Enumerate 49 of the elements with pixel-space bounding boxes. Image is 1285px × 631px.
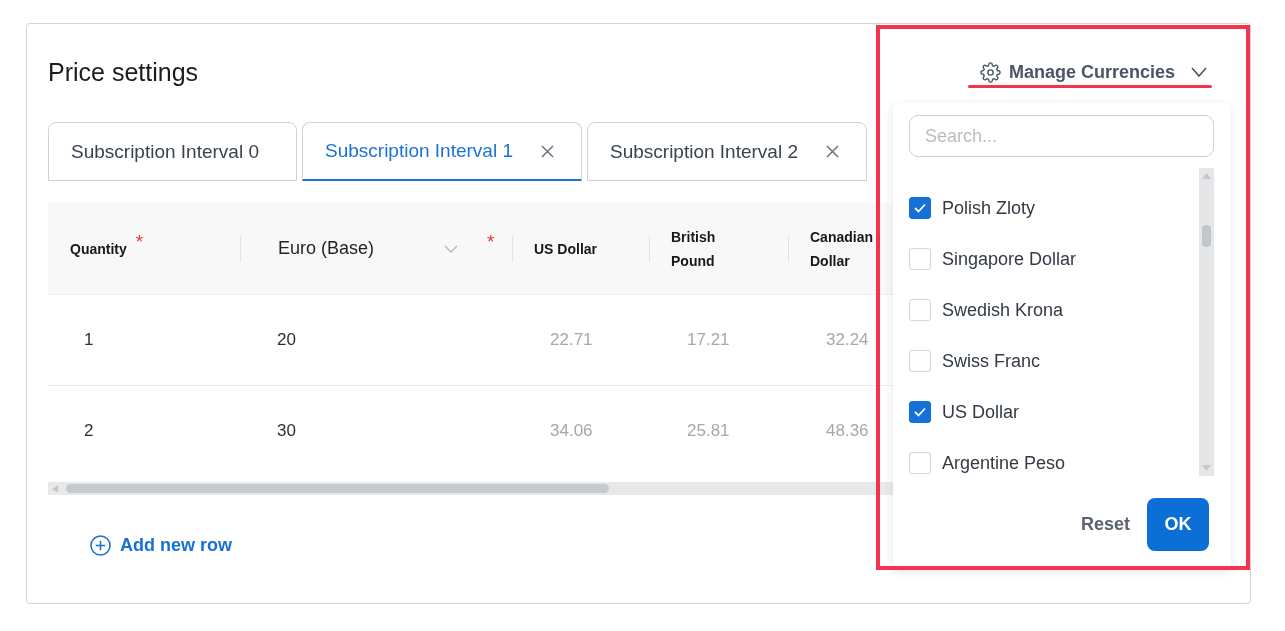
checkmark-icon xyxy=(914,203,926,213)
caret-icon xyxy=(444,244,458,253)
column-header: British Pound xyxy=(671,227,717,271)
required-mark: * xyxy=(487,233,495,250)
search-field[interactable]: Search... xyxy=(909,115,1214,157)
table-cell-text: 30 xyxy=(276,420,297,442)
currency-option[interactable]: Polish Zloty xyxy=(909,197,1036,219)
checkbox[interactable] xyxy=(909,401,931,423)
vertical-scrollbar[interactable] xyxy=(1199,168,1214,476)
close-icon[interactable] xyxy=(541,144,554,158)
down-arrow-icon[interactable] xyxy=(1202,465,1211,471)
checkmark-icon xyxy=(914,407,926,417)
table-cell-text: 20 xyxy=(276,329,297,351)
tab[interactable]: Subscription Interval 1 xyxy=(302,122,582,181)
table-cell-text: 34.06 xyxy=(549,420,594,442)
scrollbar-thumb[interactable] xyxy=(1202,225,1211,247)
table-cell-text: 25.81 xyxy=(686,420,731,442)
card-title: Price settings xyxy=(48,57,199,87)
currency-option[interactable]: Swedish Krona xyxy=(909,299,1064,321)
checkbox[interactable] xyxy=(909,197,931,219)
table-cell-text: 1 xyxy=(83,329,95,351)
column-header: Quantity xyxy=(70,239,127,259)
table-cell-text: 17.21 xyxy=(686,329,731,351)
add-row-button[interactable]: Add new row xyxy=(90,535,232,556)
tab[interactable]: Subscription Interval 0 xyxy=(48,122,297,181)
close-icon[interactable] xyxy=(826,145,839,158)
manage-currencies-button[interactable]: Manage Currencies xyxy=(979,61,1207,83)
table-cell-text: 48.36 xyxy=(825,420,870,442)
ok-button[interactable]: OK xyxy=(1147,498,1209,551)
currency-select[interactable]: Euro (Base) xyxy=(240,228,462,269)
chevron-down-icon xyxy=(1191,67,1207,77)
currency-option[interactable]: Argentine Peso xyxy=(909,452,1066,474)
required-mark: * xyxy=(135,233,144,250)
up-arrow-icon[interactable] xyxy=(1202,173,1211,179)
column-header: US Dollar xyxy=(534,239,597,259)
settings-icon xyxy=(979,61,1001,83)
table-cell-text: 32.24 xyxy=(825,329,870,351)
scrollbar-thumb[interactable] xyxy=(66,484,609,493)
left-arrow-icon[interactable] xyxy=(52,484,58,493)
column-header: Canadian Dollar xyxy=(810,227,874,271)
plus-circle-icon xyxy=(90,535,111,556)
table-cell-text: 22.71 xyxy=(549,329,594,351)
horizontal-scrollbar[interactable] xyxy=(48,482,893,495)
currency-option[interactable]: Singapore Dollar xyxy=(909,248,1077,270)
currency-option[interactable]: US Dollar xyxy=(909,401,1020,423)
tab[interactable]: Subscription Interval 2 xyxy=(587,122,867,181)
currency-option[interactable]: Swiss Franc xyxy=(909,350,1040,372)
reset-button[interactable]: Reset xyxy=(1080,514,1130,535)
table-cell-text: 2 xyxy=(83,420,95,442)
